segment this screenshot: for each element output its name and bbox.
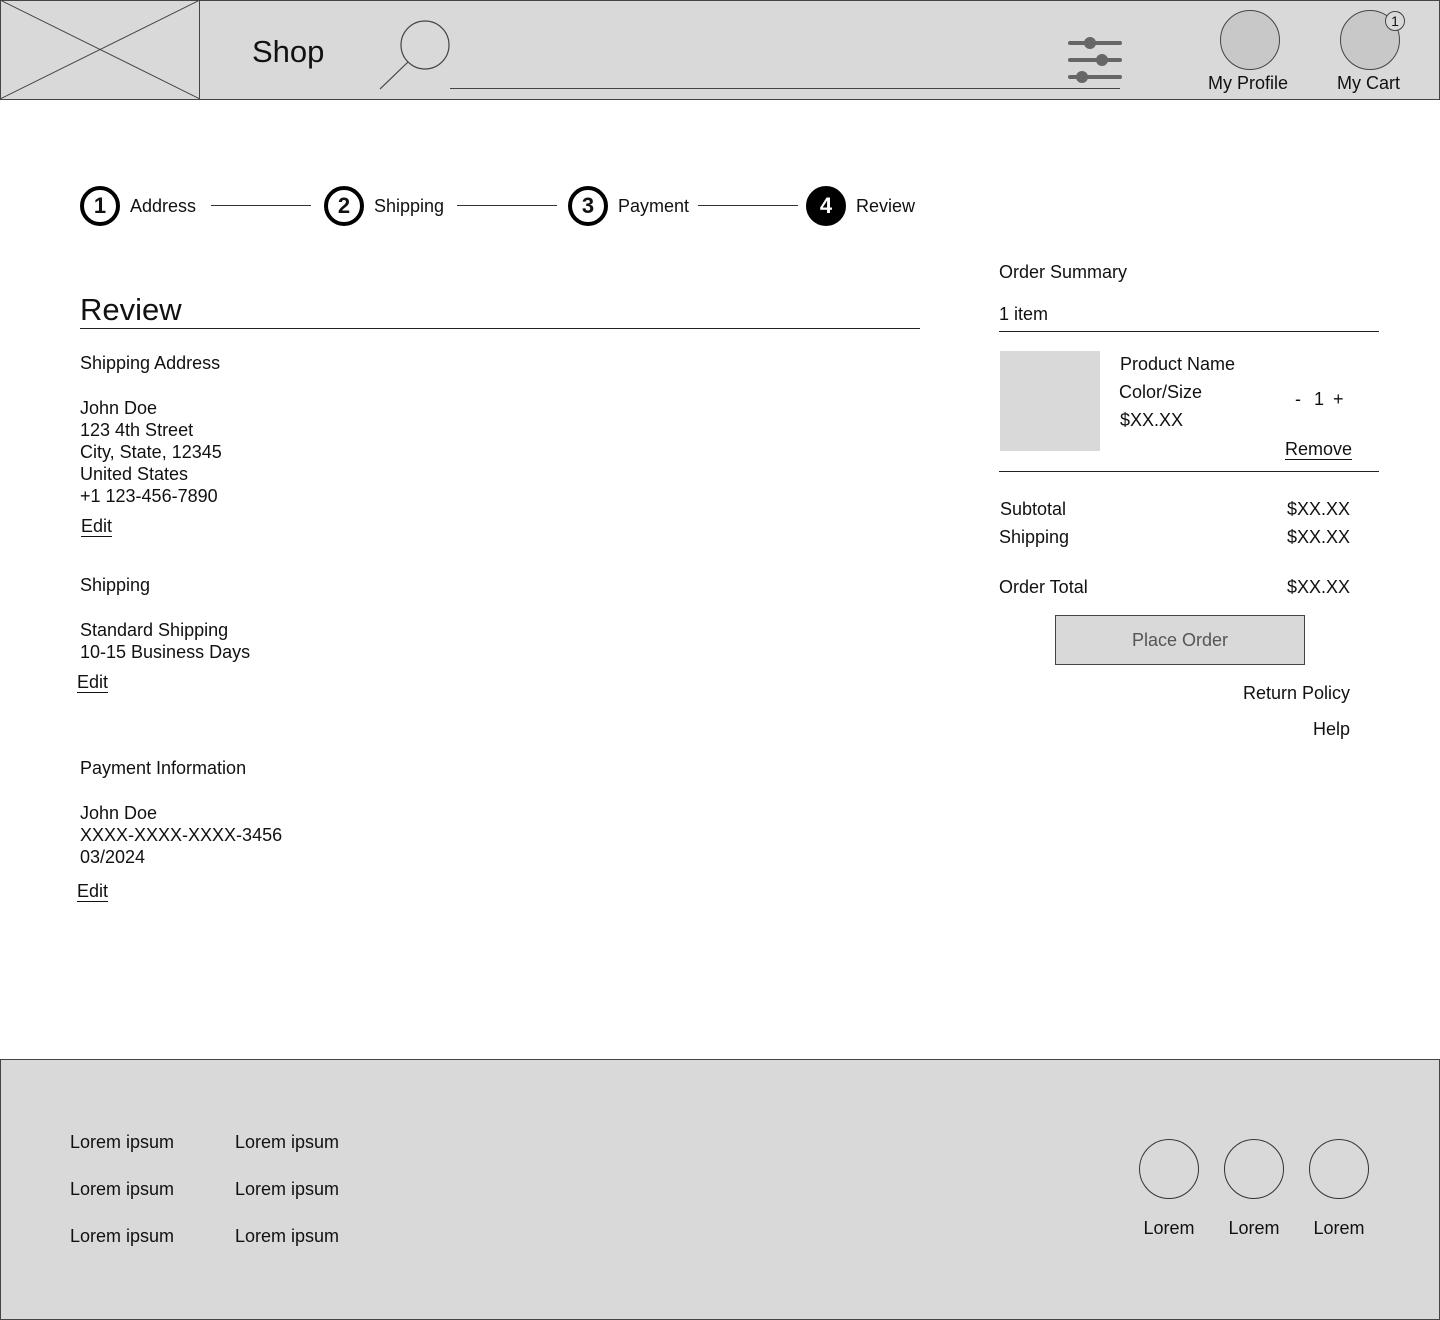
product-price: $XX.XX bbox=[1120, 410, 1184, 430]
step-connector bbox=[211, 205, 311, 206]
search-input[interactable] bbox=[450, 88, 1120, 89]
qty-decrease-button[interactable]: - bbox=[1295, 389, 1301, 410]
social-icon[interactable] bbox=[1139, 1139, 1199, 1199]
shipping-cost-label: Shipping bbox=[999, 527, 1070, 547]
title-divider bbox=[80, 328, 920, 329]
order-summary-title: Order Summary bbox=[999, 262, 1128, 282]
shipping-cost-value: $XX.XX bbox=[1286, 527, 1350, 547]
social-caption: Lorem bbox=[1143, 1218, 1195, 1238]
order-total-value: $XX.XX bbox=[1286, 577, 1350, 597]
summary-divider bbox=[999, 331, 1379, 332]
subtotal-value: $XX.XX bbox=[1286, 499, 1350, 519]
footer-link[interactable]: Lorem ipsum bbox=[235, 1179, 339, 1200]
payment-line: XXXX-XXXX-XXXX-3456 bbox=[80, 825, 283, 845]
logo-placeholder[interactable] bbox=[0, 0, 201, 100]
step-3-circle[interactable]: 3 bbox=[568, 186, 608, 226]
cart-count-badge: 1 bbox=[1385, 11, 1405, 31]
edit-payment-link[interactable]: Edit bbox=[77, 881, 108, 902]
social-caption: Lorem bbox=[1313, 1218, 1365, 1238]
address-line: City, State, 12345 bbox=[80, 442, 222, 462]
item-count: 1 item bbox=[999, 304, 1049, 324]
qty-value: 1 bbox=[1314, 389, 1325, 409]
footer-link[interactable]: Lorem ipsum bbox=[235, 1226, 339, 1247]
logo-placeholder-icon bbox=[0, 0, 201, 100]
social-icon[interactable] bbox=[1224, 1139, 1284, 1199]
footer-link[interactable]: Lorem ipsum bbox=[235, 1132, 339, 1153]
social-icon[interactable] bbox=[1309, 1139, 1369, 1199]
step-4-label[interactable]: Review bbox=[856, 196, 915, 217]
step-1-label[interactable]: Address bbox=[130, 196, 196, 217]
subtotal-label: Subtotal bbox=[1000, 499, 1067, 519]
address-line: +1 123-456-7890 bbox=[80, 486, 218, 506]
profile-avatar[interactable] bbox=[1220, 10, 1280, 70]
search-icon[interactable] bbox=[378, 19, 453, 96]
step-2-circle[interactable]: 2 bbox=[324, 186, 364, 226]
payment-info-heading: Payment Information bbox=[80, 758, 247, 778]
site-footer bbox=[0, 1059, 1440, 1320]
shipping-method-line: 10-15 Business Days bbox=[80, 642, 251, 662]
qty-increase-button[interactable]: + bbox=[1333, 389, 1344, 410]
footer-link[interactable]: Lorem ipsum bbox=[70, 1179, 174, 1200]
payment-line: 03/2024 bbox=[80, 847, 146, 867]
help-link[interactable]: Help bbox=[1313, 719, 1350, 740]
footer-link[interactable]: Lorem ipsum bbox=[70, 1226, 174, 1247]
remove-item-link[interactable]: Remove bbox=[1285, 439, 1352, 460]
address-line: 123 4th Street bbox=[80, 420, 194, 440]
product-name[interactable]: Product Name bbox=[1120, 354, 1235, 375]
product-image[interactable] bbox=[1000, 351, 1100, 451]
summary-divider bbox=[999, 471, 1379, 472]
address-line: United States bbox=[80, 464, 189, 484]
step-connector bbox=[457, 205, 557, 206]
filter-sliders-icon[interactable] bbox=[1068, 34, 1122, 91]
shipping-method-line: Standard Shipping bbox=[80, 620, 229, 640]
step-4-circle[interactable]: 4 bbox=[806, 186, 846, 226]
payment-line: John Doe bbox=[80, 803, 158, 823]
my-profile-link[interactable]: My Profile bbox=[1208, 73, 1288, 94]
step-1-circle[interactable]: 1 bbox=[80, 186, 120, 226]
shipping-method-heading: Shipping bbox=[80, 575, 151, 595]
step-3-label[interactable]: Payment bbox=[618, 196, 689, 217]
page-title: Review bbox=[80, 292, 182, 327]
return-policy-link[interactable]: Return Policy bbox=[1243, 683, 1350, 704]
step-connector bbox=[698, 205, 798, 206]
product-variant: Color/Size bbox=[1119, 382, 1203, 402]
edit-shipping-link[interactable]: Edit bbox=[77, 672, 108, 693]
my-cart-link[interactable]: My Cart bbox=[1337, 73, 1400, 94]
place-order-button[interactable]: Place Order bbox=[1055, 615, 1305, 665]
edit-address-link[interactable]: Edit bbox=[81, 516, 112, 537]
social-caption: Lorem bbox=[1228, 1218, 1280, 1238]
footer-link[interactable]: Lorem ipsum bbox=[70, 1132, 174, 1153]
step-2-label[interactable]: Shipping bbox=[374, 196, 444, 217]
shipping-address-heading: Shipping Address bbox=[80, 353, 221, 373]
order-total-label: Order Total bbox=[999, 577, 1088, 597]
site-title: Shop bbox=[252, 34, 325, 69]
address-line: John Doe bbox=[80, 398, 158, 418]
